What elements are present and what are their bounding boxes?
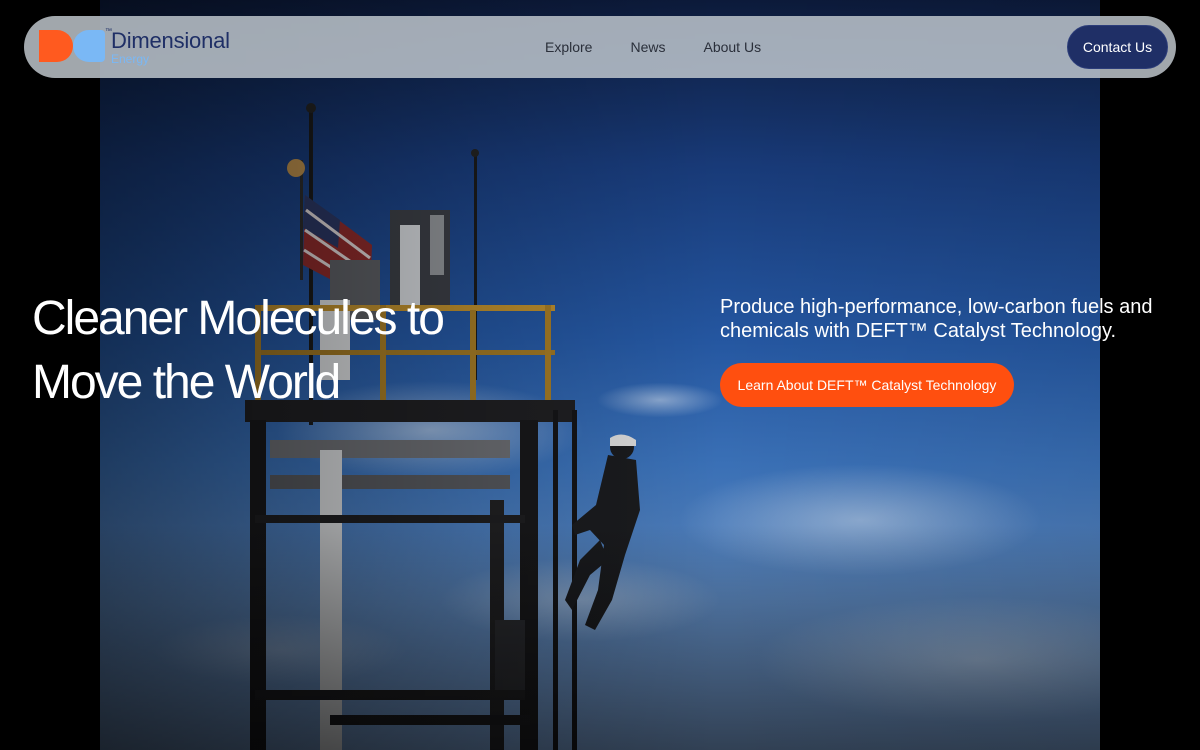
brand-logo[interactable]: ™ Dimensional Energy xyxy=(39,28,230,66)
nav-link-about-us[interactable]: About Us xyxy=(703,39,761,55)
top-navbar: ™ Dimensional Energy Explore News About … xyxy=(24,16,1176,78)
hero-headline: Cleaner Molecules to Move the World xyxy=(32,292,445,409)
logo-mark-icon: ™ xyxy=(39,28,115,66)
learn-about-deft-button[interactable]: Learn About DEFT™ Catalyst Technology xyxy=(720,363,1014,407)
nav-link-explore[interactable]: Explore xyxy=(545,39,592,55)
logo-d-shape xyxy=(39,30,73,62)
logo-wordmark: Dimensional Energy xyxy=(111,27,230,66)
logo-trademark: ™ xyxy=(105,28,112,35)
hero-subtext: Produce high-performance, low-carbon fue… xyxy=(720,296,1153,342)
nav-link-news[interactable]: News xyxy=(630,39,665,55)
nav-links: Explore News About Us xyxy=(545,16,761,78)
logo-name: Dimensional xyxy=(111,27,230,53)
logo-c-shape xyxy=(73,30,105,62)
contact-us-button[interactable]: Contact Us xyxy=(1067,25,1168,69)
logo-subname: Energy xyxy=(111,51,150,66)
